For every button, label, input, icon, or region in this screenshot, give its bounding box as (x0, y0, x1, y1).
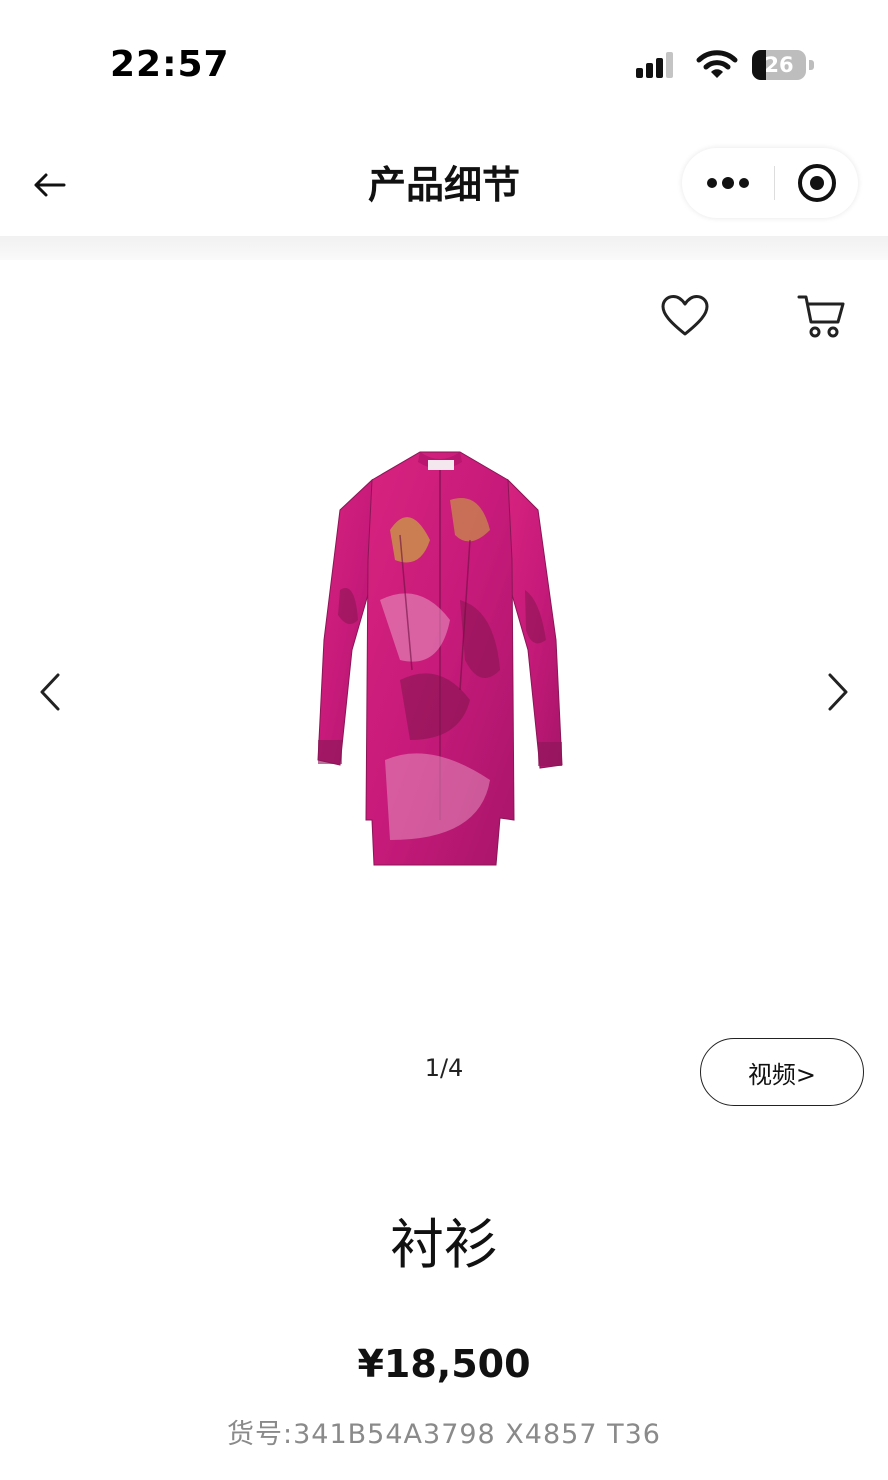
chevron-right-icon (828, 673, 848, 711)
wifi-icon (696, 48, 738, 82)
status-time: 22:57 (110, 44, 230, 85)
product-price: ¥18,500 (357, 1342, 531, 1386)
target-circle-icon (798, 164, 836, 202)
close-mini-program-button[interactable] (794, 160, 840, 206)
gallery-counter: 1/4 (424, 1054, 464, 1082)
capsule-divider (774, 166, 775, 200)
heart-icon (661, 295, 709, 336)
battery-level-text: 26 (764, 53, 794, 77)
product-sku: 货号:341B54A3798 X4857 T36 (227, 1419, 661, 1450)
gallery-next-button[interactable] (818, 664, 858, 720)
battery-icon: 26 (752, 50, 814, 80)
video-button[interactable]: 视频> (700, 1038, 864, 1106)
gallery-prev-button[interactable] (30, 664, 70, 720)
product-name: 衬衫 (390, 1213, 498, 1276)
favorite-button[interactable] (656, 290, 714, 342)
mini-program-capsule (682, 148, 858, 218)
cart-icon (797, 295, 845, 338)
chevron-left-icon (40, 673, 60, 711)
more-button[interactable] (700, 158, 756, 208)
header-divider (0, 236, 888, 260)
signal-icon (636, 50, 680, 80)
product-image[interactable] (300, 440, 580, 880)
cart-button[interactable] (792, 290, 850, 342)
more-dots-icon (707, 177, 749, 189)
